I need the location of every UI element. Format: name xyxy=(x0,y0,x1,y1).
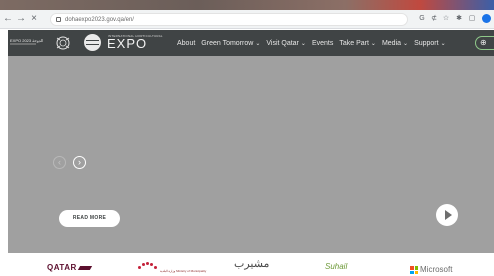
chevron-down-icon: ⌄ xyxy=(440,41,446,47)
nav-item-events[interactable]: Events xyxy=(312,39,333,49)
slider-prev-button[interactable]: ‹ xyxy=(53,156,66,169)
chevron-down-icon: ⌄ xyxy=(300,41,306,47)
sponsor-msheireb[interactable]: مشيرب xyxy=(234,259,269,270)
nav-item-visit-qatar[interactable]: Visit Qatar ⌄ xyxy=(266,39,306,49)
sponsor-sustainability[interactable]: Suhail xyxy=(325,262,347,272)
sponsor-ministry[interactable]: وزارة البلدية Ministry of Municipality xyxy=(160,266,206,276)
chevron-down-icon: ⌄ xyxy=(370,41,376,47)
expo-wordmark[interactable]: EXPO xyxy=(107,37,147,51)
hero-slider: ‹ › READ MORE xyxy=(8,56,494,253)
nav-item-media[interactable]: Media ⌄ xyxy=(382,39,408,49)
bookmark-star-icon[interactable]: ☆ xyxy=(442,15,450,23)
extensions-icon[interactable]: ✱ xyxy=(455,15,463,23)
play-icon xyxy=(445,210,452,220)
slider-next-button[interactable]: › xyxy=(73,156,86,169)
back-icon[interactable]: ← xyxy=(3,13,13,25)
nav-item-take-part[interactable]: Take Part ⌄ xyxy=(339,39,376,49)
lock-icon xyxy=(56,17,61,22)
nav-item-support[interactable]: Support ⌄ xyxy=(414,39,446,49)
nav-item-about[interactable]: About xyxy=(177,39,195,49)
share-icon[interactable]: ⊄ xyxy=(430,15,438,23)
play-video-button[interactable] xyxy=(436,204,458,226)
url-text: dohaexpo2023.gov.qa/en/ xyxy=(65,17,134,23)
site-header: EXPO 2023 الدوحة INTERNATIONAL HORTICULT… xyxy=(8,30,494,56)
chevron-down-icon: ⌄ xyxy=(255,41,261,47)
language-button[interactable]: ⊕ xyxy=(475,36,494,50)
sponsor-microsoft[interactable]: Microsoft xyxy=(420,265,452,275)
aiph-globe-icon[interactable] xyxy=(84,34,101,51)
profile-avatar[interactable] xyxy=(482,14,491,23)
nav-item-green-tomorrow[interactable]: Green Tomorrow ⌄ xyxy=(201,39,260,49)
read-more-button[interactable]: READ MORE xyxy=(59,210,120,227)
oryx-icon xyxy=(77,265,92,270)
main-nav: About Green Tomorrow ⌄ Visit Qatar ⌄ Event… xyxy=(177,39,452,49)
browser-top-strip xyxy=(0,0,494,10)
forward-icon[interactable]: → xyxy=(16,13,26,25)
globe-icon: ⊕ xyxy=(480,38,487,47)
sidepanel-icon[interactable]: ▢ xyxy=(468,15,476,23)
address-bar[interactable]: dohaexpo2023.gov.qa/en/ xyxy=(50,13,408,26)
google-icon[interactable]: G xyxy=(418,15,426,23)
logo-underline xyxy=(10,43,36,45)
sponsors-bar: QATAR وزارة البلدية Ministry of Municipa… xyxy=(0,253,494,276)
ministry-logo-icon[interactable] xyxy=(136,262,158,270)
close-icon[interactable]: × xyxy=(29,13,39,25)
expo-emblem-icon[interactable] xyxy=(53,34,73,52)
browser-toolbar: ← → × dohaexpo2023.gov.qa/en/ G ⊄ ☆ ✱ ▢ xyxy=(0,10,494,29)
sponsor-qatar-airways[interactable]: QATAR xyxy=(47,263,92,273)
chevron-down-icon: ⌄ xyxy=(403,41,409,47)
